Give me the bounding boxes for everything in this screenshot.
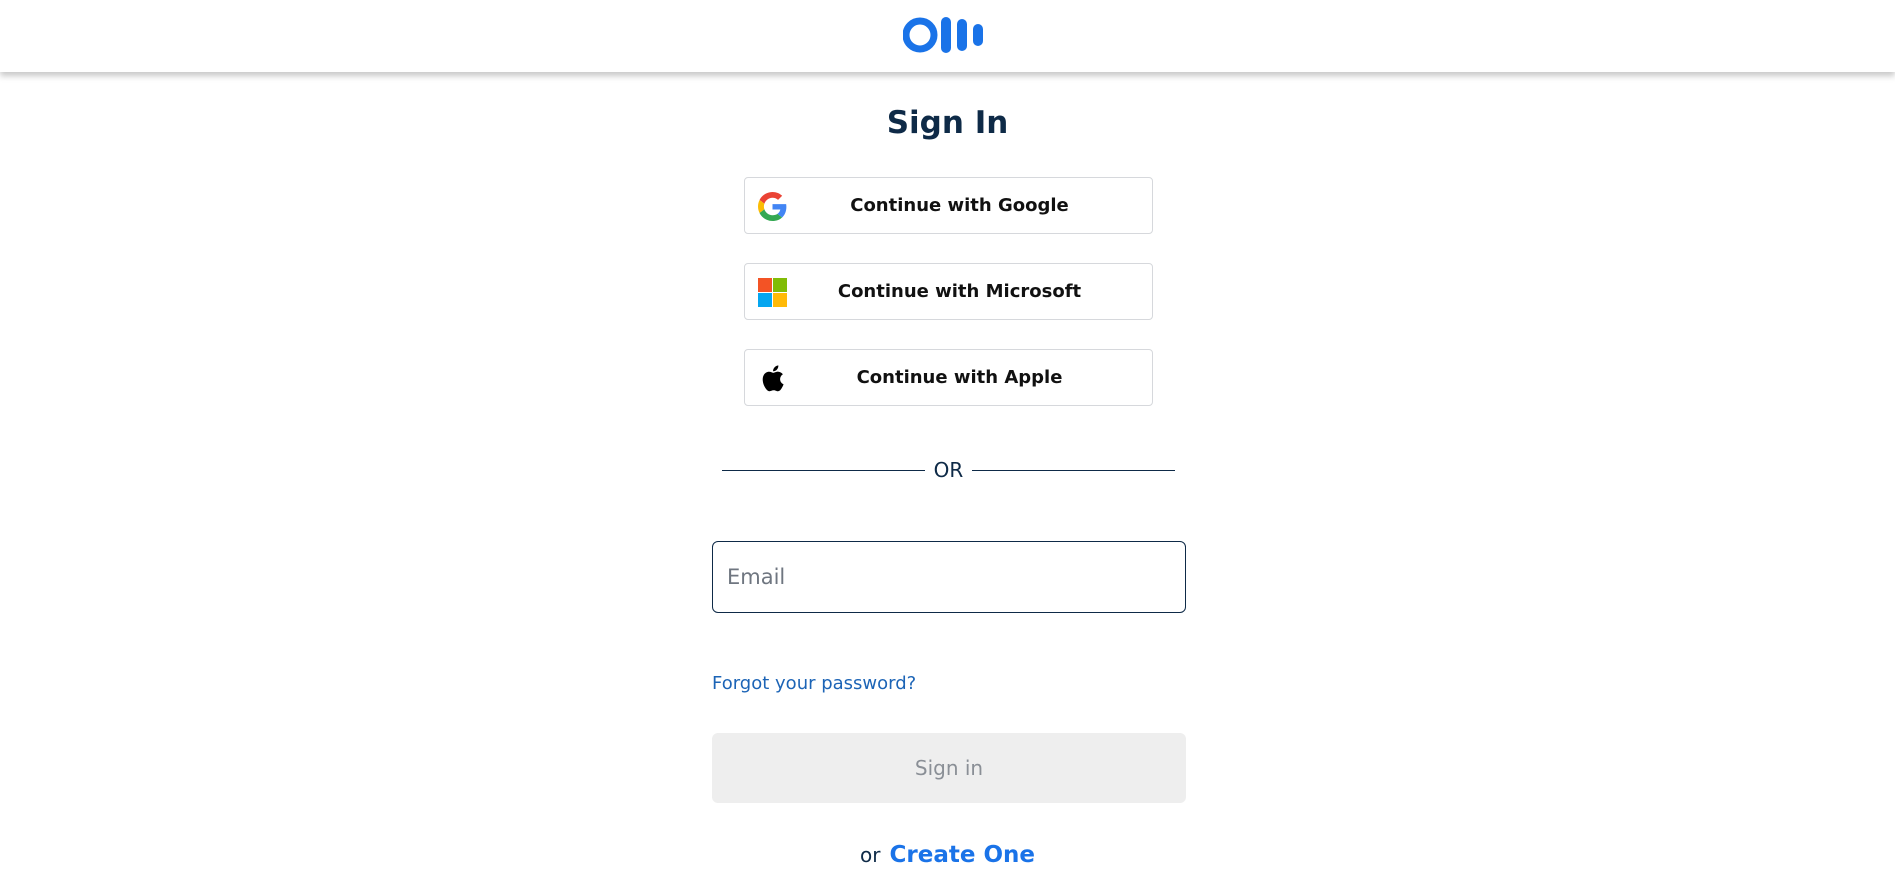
- microsoft-button-label: Continue with Microsoft: [837, 281, 1082, 302]
- create-account-prefix: or: [859, 843, 881, 867]
- google-button-label: Continue with Google: [850, 195, 1069, 216]
- continue-with-google-button[interactable]: Continue with Google: [744, 177, 1153, 234]
- continue-with-microsoft-button[interactable]: Continue with Microsoft: [744, 263, 1153, 320]
- create-account-row: or Create One: [0, 840, 1895, 872]
- create-account-link[interactable]: Create One: [890, 842, 1035, 868]
- divider-line-right: [972, 470, 1175, 471]
- top-header: [0, 0, 1895, 72]
- email-field[interactable]: [712, 541, 1186, 613]
- continue-with-apple-button[interactable]: Continue with Apple: [744, 349, 1153, 406]
- otter-logo-icon[interactable]: [903, 17, 993, 53]
- forgot-password-link[interactable]: Forgot your password?: [712, 672, 916, 696]
- page-title: Sign In: [886, 105, 1009, 141]
- or-divider: OR: [722, 458, 1175, 482]
- apple-button-label: Continue with Apple: [856, 367, 1063, 388]
- sign-in-button[interactable]: Sign in: [712, 733, 1186, 803]
